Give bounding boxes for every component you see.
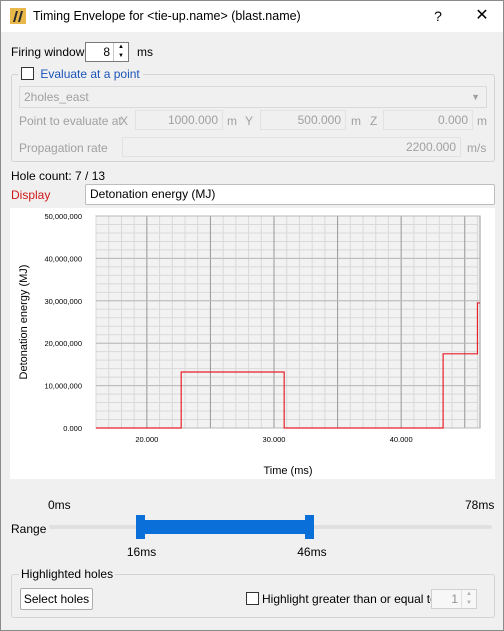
- highlighted-holes-title: Highlighted holes: [19, 567, 116, 581]
- x-label: X: [120, 114, 129, 128]
- x-unit: m: [227, 114, 237, 128]
- range-high-value: 46ms: [297, 545, 327, 559]
- y-tick-label: 0.000: [63, 424, 82, 433]
- y-tick-label: 30,000,000: [44, 297, 82, 306]
- close-button[interactable]: ✕: [472, 6, 492, 26]
- evaluate-checkbox-label[interactable]: Evaluate at a point: [40, 67, 139, 81]
- range-slider-selection[interactable]: [139, 520, 311, 534]
- x-tick-label: 30.000: [263, 435, 286, 444]
- firing-window-spinbox[interactable]: 8 ▲ ▼: [85, 42, 129, 62]
- title-bar[interactable]: Timing Envelope for <tie-up.name> (blast…: [1, 1, 503, 32]
- y-tick-label: 40,000,000: [44, 254, 82, 263]
- x-field[interactable]: 1000.000: [135, 110, 223, 130]
- display-label: Display: [11, 188, 51, 202]
- chevron-down-icon: ▼: [471, 92, 480, 102]
- hole-combo-value: 2holes_east: [24, 90, 89, 104]
- plot-area: [95, 215, 481, 429]
- timing-envelope-chart: 20.000 30.000 40.000 0.000 10,000,000 20,000,…: [18, 212, 481, 477]
- propagation-rate-unit: m/s: [467, 141, 487, 155]
- x-tick-label: 20.000: [135, 435, 158, 444]
- display-field[interactable]: Detonation energy (MJ): [85, 184, 495, 205]
- y-unit: m: [351, 114, 361, 128]
- highlight-threshold-checkbox[interactable]: [246, 592, 259, 605]
- spin-up-icon[interactable]: ▲: [462, 590, 476, 599]
- y-axis-label: Detonation energy (MJ): [18, 265, 30, 380]
- help-button[interactable]: ?: [429, 6, 447, 26]
- range-high-handle[interactable]: [305, 515, 315, 539]
- propagation-rate-label: Propagation rate: [19, 141, 108, 155]
- timing-envelope-dialog: Timing Envelope for <tie-up.name> (blast…: [0, 0, 504, 631]
- range-min-label: 0ms: [48, 498, 71, 512]
- z-label: Z: [370, 114, 378, 128]
- propagation-rate-field[interactable]: 2200.000: [122, 137, 461, 157]
- z-unit: m: [477, 114, 487, 128]
- range-low-value: 16ms: [126, 545, 157, 559]
- hole-combo[interactable]: 2holes_east ▼: [19, 86, 487, 108]
- y-tick-label: 10,000,000: [44, 382, 82, 391]
- highlight-threshold-spinbox[interactable]: 1 ▲ ▼: [431, 589, 477, 609]
- y-tick-label: 20,000,000: [44, 339, 82, 348]
- chart-panel: 20.000 30.000 40.000 0.000 10,000,000 20,000,…: [10, 208, 495, 479]
- app-logo-icon: [10, 8, 26, 24]
- firing-window-label: Firing window: [11, 45, 85, 59]
- window-title: Timing Envelope for <tie-up.name> (blast…: [33, 9, 301, 23]
- evaluate-checkbox[interactable]: [21, 67, 34, 80]
- range-label: Range: [11, 522, 47, 536]
- spin-down-icon[interactable]: ▼: [462, 599, 476, 608]
- x-axis-label: Time (ms): [263, 465, 312, 477]
- highlight-threshold-value: 1: [451, 592, 458, 606]
- y-label: Y: [245, 114, 254, 128]
- highlight-threshold-label[interactable]: Highlight greater than or equal to: [262, 592, 437, 606]
- firing-window-unit: ms: [137, 45, 153, 59]
- z-field[interactable]: 0.000: [383, 110, 473, 130]
- point-label: Point to evaluate at: [19, 114, 122, 128]
- select-holes-button[interactable]: Select holes: [20, 588, 93, 610]
- spin-up-icon[interactable]: ▲: [114, 43, 128, 52]
- range-low-handle[interactable]: [135, 515, 145, 539]
- hole-count: Hole count: 7 / 13: [11, 169, 106, 183]
- range-max-label: 78ms: [465, 498, 495, 512]
- x-tick-label: 40.000: [390, 435, 413, 444]
- y-tick-label: 50,000,000: [44, 212, 82, 221]
- spin-down-icon[interactable]: ▼: [114, 52, 128, 61]
- firing-window-value: 8: [103, 45, 110, 59]
- y-field[interactable]: 500.000: [260, 110, 346, 130]
